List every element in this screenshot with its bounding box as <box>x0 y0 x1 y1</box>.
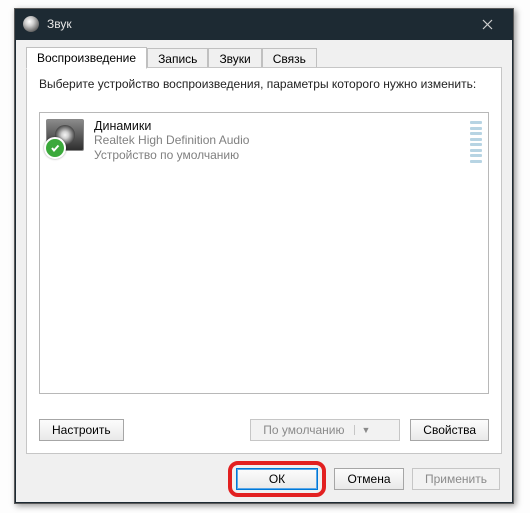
default-check-icon <box>44 137 66 159</box>
ok-highlight: ОК <box>228 461 326 497</box>
tab-panel-playback: Выберите устройство воспроизведения, пар… <box>26 67 502 454</box>
tab-communications[interactable]: Связь <box>262 48 317 69</box>
device-list[interactable]: Динамики Realtek High Definition Audio У… <box>39 112 489 394</box>
set-default-label: По умолчанию <box>263 423 344 437</box>
configure-button[interactable]: Настроить <box>39 419 124 441</box>
device-controls-row: Настроить По умолчанию ▼ Свойства <box>39 417 489 443</box>
device-icon-wrap <box>46 119 86 157</box>
set-default-button: По умолчанию ▼ <box>250 419 400 441</box>
ok-button[interactable]: ОК <box>236 468 318 490</box>
tab-recording[interactable]: Запись <box>147 48 208 69</box>
device-status: Устройство по умолчанию <box>94 148 249 163</box>
tab-strip: Воспроизведение Запись Звуки Связь <box>26 46 317 68</box>
tab-sounds[interactable]: Звуки <box>208 48 261 69</box>
tab-playback[interactable]: Воспроизведение <box>26 47 147 69</box>
apply-button: Применить <box>412 468 500 490</box>
device-name: Динамики <box>94 119 249 133</box>
chevron-down-icon: ▼ <box>354 425 370 435</box>
window-title: Звук <box>47 17 467 31</box>
properties-button[interactable]: Свойства <box>410 419 489 441</box>
cancel-button[interactable]: Отмена <box>334 468 404 490</box>
device-item[interactable]: Динамики Realtek High Definition Audio У… <box>40 113 488 169</box>
close-icon <box>482 19 493 30</box>
device-driver: Realtek High Definition Audio <box>94 133 249 148</box>
sound-dialog: Звук Воспроизведение Запись Звуки Связь … <box>14 8 514 504</box>
close-button[interactable] <box>467 9 507 39</box>
dialog-buttons-row: ОК Отмена Применить <box>16 456 512 502</box>
titlebar[interactable]: Звук <box>15 9 513 39</box>
client-area: Воспроизведение Запись Звуки Связь Выбер… <box>16 40 512 502</box>
instruction-text: Выберите устройство воспроизведения, пар… <box>39 76 489 92</box>
level-meter <box>470 121 482 163</box>
device-text: Динамики Realtek High Definition Audio У… <box>94 119 249 163</box>
sound-app-icon <box>23 16 39 32</box>
